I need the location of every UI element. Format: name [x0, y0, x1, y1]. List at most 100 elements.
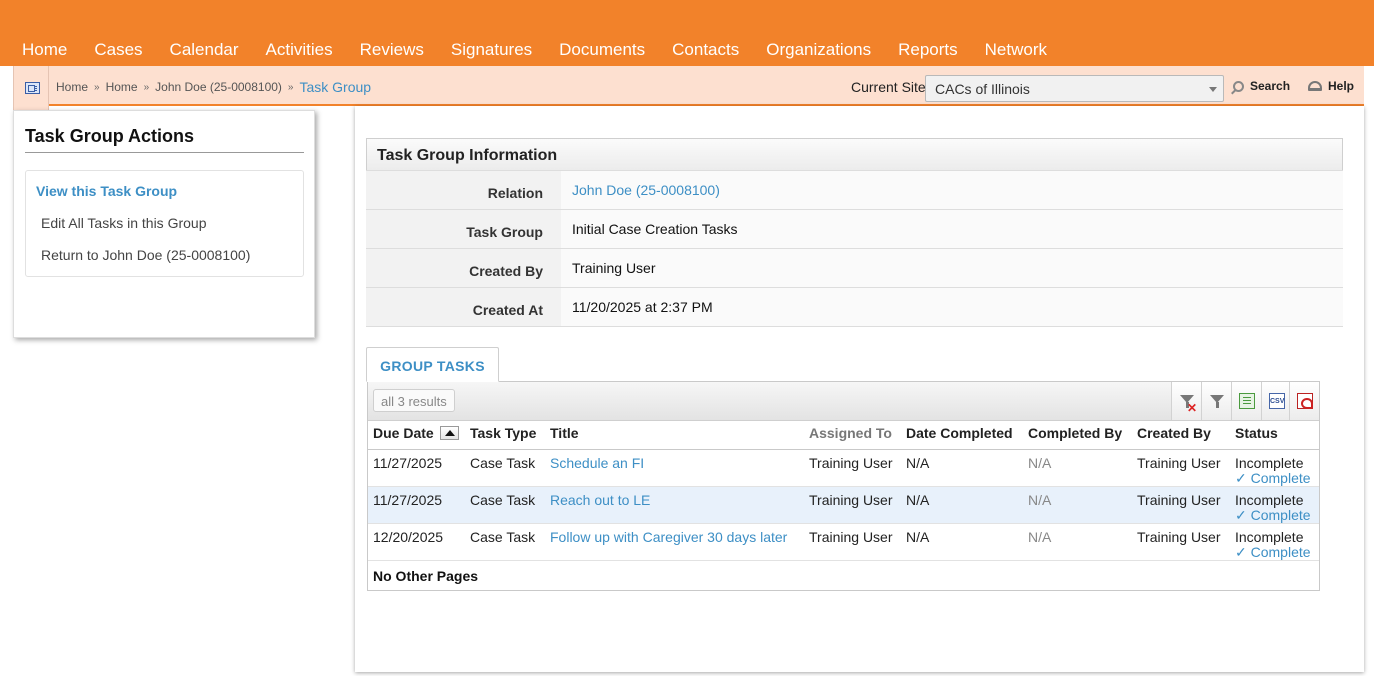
cell-due-date: 12/20/2025 [368, 523, 465, 561]
info-value: Initial Case Creation Tasks [561, 210, 1343, 248]
breadcrumb-case[interactable]: John Doe (25-0008100) [155, 80, 282, 94]
nav-organizations[interactable]: Organizations [766, 40, 871, 60]
task-title-link[interactable]: Follow up with Caregiver 30 days later [545, 523, 804, 561]
column-created-by[interactable]: Created By [1132, 421, 1230, 450]
mark-complete-link[interactable]: ✓ Complete [1235, 544, 1319, 560]
search-button[interactable]: Search [1233, 79, 1290, 93]
help-button[interactable]: Help [1308, 79, 1354, 93]
filter-button[interactable] [1201, 382, 1231, 420]
return-to-case-link[interactable]: Return to John Doe (25-0008100) [41, 247, 250, 263]
current-site-label: Current Site [851, 79, 926, 95]
task-title-link[interactable]: Reach out to LE [545, 486, 804, 524]
nav-home[interactable]: Home [22, 40, 67, 60]
mark-complete-link[interactable]: ✓ Complete [1235, 470, 1319, 486]
tasks-table: Due Date Task Type Title Assigned To Dat… [368, 421, 1319, 561]
cell-created-by: Training User [1132, 523, 1230, 561]
cell-assigned-to: Training User [804, 486, 901, 524]
excel-icon [1239, 393, 1255, 409]
column-completed-by[interactable]: Completed By [1023, 421, 1132, 450]
cell-created-by: Training User [1132, 486, 1230, 524]
sort-ascending-icon[interactable] [439, 426, 459, 440]
sidebar-toggle[interactable] [13, 66, 49, 110]
status-text: Incomplete [1235, 491, 1304, 508]
cell-completed-by: N/A [1023, 486, 1132, 524]
search-icon [1233, 80, 1244, 92]
column-status[interactable]: Status [1230, 421, 1319, 450]
task-group-info: Task Group Information Relation John Doe… [366, 138, 1343, 327]
cell-task-type: Case Task [465, 523, 545, 561]
info-value: 11/20/2025 at 2:37 PM [561, 288, 1343, 326]
cell-due-date: 11/27/2025 [368, 449, 465, 487]
info-row-relation: Relation John Doe (25-0008100) [366, 170, 1343, 209]
cell-date-completed: N/A [901, 449, 1023, 487]
info-row-created-by: Created By Training User [366, 248, 1343, 287]
relation-link[interactable]: John Doe (25-0008100) [561, 171, 1343, 209]
export-pdf-button[interactable] [1289, 382, 1319, 420]
column-task-type[interactable]: Task Type [465, 421, 545, 450]
clear-filters-button[interactable]: ✕ [1171, 382, 1201, 420]
cell-assigned-to: Training User [804, 449, 901, 487]
breadcrumb-separator-icon: » [94, 81, 100, 93]
status-text: Incomplete [1235, 454, 1304, 471]
breadcrumb-home-2[interactable]: Home [106, 80, 138, 94]
export-excel-button[interactable] [1231, 382, 1261, 420]
breadcrumb-separator-icon: » [287, 81, 294, 93]
cell-date-completed: N/A [901, 523, 1023, 561]
funnel-stem [1216, 402, 1219, 408]
mark-complete-link[interactable]: ✓ Complete [1235, 507, 1319, 523]
current-site-value: CACs of Illinois [935, 81, 1030, 97]
cell-task-type: Case Task [465, 486, 545, 524]
group-tasks-grid: all 3 results ✕ CSV Due Date Task Type T… [367, 381, 1320, 591]
main-panel: Task Group Information Relation John Doe… [355, 106, 1364, 672]
pagination-status: No Other Pages [373, 568, 479, 584]
help-label: Help [1328, 79, 1355, 93]
remove-icon: ✕ [1187, 401, 1198, 415]
cell-status: Incomplete ✓ Complete [1230, 523, 1319, 561]
edit-all-tasks-link[interactable]: Edit All Tasks in this Group [41, 215, 206, 231]
cell-completed-by: N/A [1023, 523, 1132, 561]
cell-created-by: Training User [1132, 449, 1230, 487]
cell-assigned-to: Training User [804, 523, 901, 561]
nav-calendar[interactable]: Calendar [170, 40, 239, 60]
breadcrumb-home[interactable]: Home [56, 80, 88, 94]
results-count: all 3 results [373, 389, 455, 412]
table-row: 11/27/2025 Case Task Schedule an FI Trai… [368, 449, 1319, 487]
table-row: 11/27/2025 Case Task Reach out to LE Tra… [368, 486, 1319, 524]
breadcrumb-bar: Home » Home » John Doe (25-0008100) » Ta… [13, 66, 1364, 110]
nav-signatures[interactable]: Signatures [451, 40, 532, 60]
cell-status: Incomplete ✓ Complete [1230, 449, 1319, 487]
nav-activities[interactable]: Activities [266, 40, 333, 60]
nav-network[interactable]: Network [985, 40, 1047, 60]
column-title[interactable]: Title [545, 421, 804, 450]
breadcrumb: Home » Home » John Doe (25-0008100) » Ta… [56, 79, 371, 95]
panel-toggle-icon [25, 82, 40, 94]
nav-reviews[interactable]: Reviews [360, 40, 424, 60]
nav-documents[interactable]: Documents [559, 40, 645, 60]
main-nav: Home Cases Calendar Activities Reviews S… [13, 40, 1065, 60]
nav-cases[interactable]: Cases [94, 40, 142, 60]
info-title: Task Group Information [366, 138, 1343, 170]
nav-contacts[interactable]: Contacts [672, 40, 739, 60]
breadcrumb-current: Task Group [299, 79, 372, 95]
chevron-down-icon [1209, 87, 1217, 92]
table-header-row: Due Date Task Type Title Assigned To Dat… [368, 421, 1319, 450]
nav-reports[interactable]: Reports [898, 40, 958, 60]
sidebar-actions-list: View this Task Group Edit All Tasks in t… [25, 170, 304, 277]
view-task-group-link[interactable]: View this Task Group [36, 183, 177, 199]
task-title-link[interactable]: Schedule an FI [545, 449, 804, 487]
cell-status: Incomplete ✓ Complete [1230, 486, 1319, 524]
column-assigned-to[interactable]: Assigned To [804, 421, 901, 450]
search-label: Search [1250, 79, 1291, 93]
export-csv-button[interactable]: CSV [1261, 382, 1291, 420]
column-due-date[interactable]: Due Date [368, 421, 465, 450]
info-label: Task Group [366, 210, 561, 248]
current-site-select[interactable]: CACs of Illinois [925, 75, 1224, 102]
cell-task-type: Case Task [465, 449, 545, 487]
csv-icon: CSV [1269, 393, 1285, 409]
info-value: Training User [561, 249, 1343, 287]
column-date-completed[interactable]: Date Completed [901, 421, 1023, 450]
sidebar: Task Group Actions View this Task Group … [13, 110, 315, 338]
info-label: Created By [366, 249, 561, 287]
info-row-created-at: Created At 11/20/2025 at 2:37 PM [366, 287, 1343, 326]
tab-group-tasks[interactable]: GROUP TASKS [366, 347, 499, 382]
